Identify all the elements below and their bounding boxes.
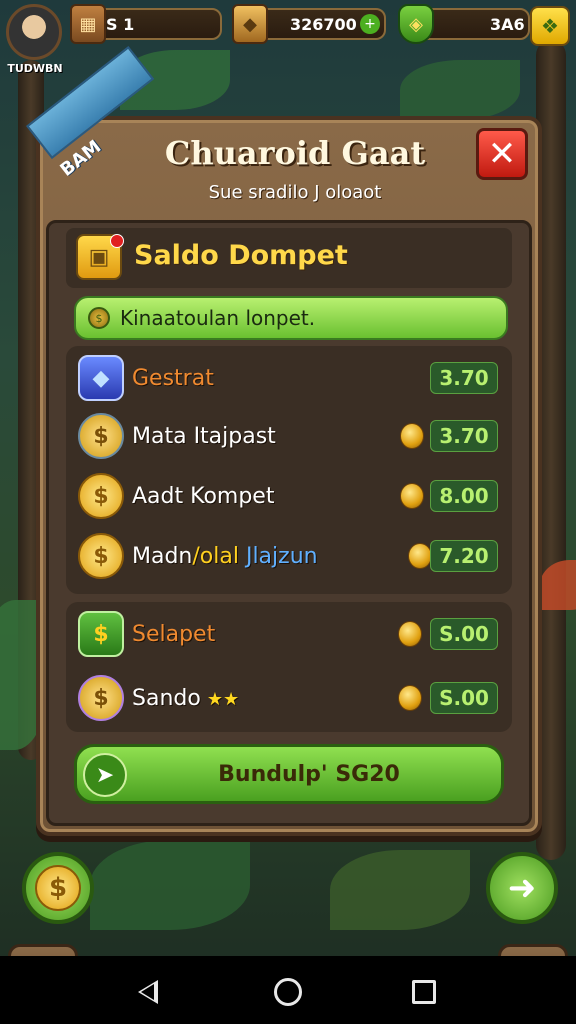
player-name: TUDWBN	[7, 62, 63, 75]
row-label-part: Jlajzun	[245, 543, 318, 569]
list-item[interactable]: $ Aadt Kompet 8.00	[74, 470, 504, 522]
arrow-right-icon: ➜	[507, 868, 537, 908]
row-value: S.00	[430, 682, 498, 714]
back-icon[interactable]	[138, 980, 158, 1004]
recent-apps-icon[interactable]	[412, 980, 436, 1004]
banner-text: Kinaatoulan lonpet.	[120, 306, 316, 330]
row-label: Gestrat	[132, 365, 214, 391]
row-label-part: /olal	[192, 543, 239, 569]
row-label: Selapet	[132, 621, 216, 647]
dollar-coin-icon: $	[35, 865, 81, 911]
close-icon: ✕	[487, 134, 517, 174]
jungle-leaf	[400, 60, 520, 120]
list-item[interactable]: $ Selapet S.00	[74, 608, 504, 660]
gold-chest-icon: ◆	[232, 4, 268, 44]
add-gold-button[interactable]: +	[360, 14, 380, 34]
coin-icon: $	[78, 533, 124, 579]
player-avatar[interactable]	[6, 4, 62, 60]
panel-subtitle: Sue sradilo J oloaot	[208, 182, 382, 203]
confirm-button[interactable]: ➤ Bundulp' SG20	[74, 744, 504, 804]
coin-pile-icon: $	[78, 675, 124, 721]
confirm-button-label: Bundulp' SG20	[218, 761, 400, 787]
row-label-part: Madn	[132, 543, 193, 569]
row-value: 3.70	[430, 362, 498, 394]
home-icon[interactable]	[274, 978, 302, 1006]
row-label: Madn/olal Jlajzun	[132, 544, 318, 569]
row-value: 8.00	[430, 480, 498, 512]
wallet-title: Saldo Dompet	[134, 240, 348, 271]
panel-title: Chuaroid Gaat	[164, 134, 426, 172]
list-item[interactable]: $ Madn/olal Jlajzun 7.20	[74, 530, 504, 582]
gem-shield-icon: ◈	[398, 4, 434, 44]
coin-icon: $	[88, 307, 110, 329]
row-label: Mata Itajpast	[132, 423, 276, 449]
jungle-leaf	[90, 840, 250, 930]
coin-card-icon: $	[78, 611, 124, 657]
row-label: Aadt Kompet	[132, 483, 275, 509]
row-value: S.00	[430, 618, 498, 650]
row-label: Sando ★★	[132, 686, 239, 711]
list-item[interactable]: $ Sando ★★ S.00	[74, 672, 504, 724]
row-value: 3.70	[430, 420, 498, 452]
gems-value: 3A6	[490, 14, 525, 34]
close-button[interactable]: ✕	[476, 128, 528, 180]
stars-icon: ★★	[206, 688, 240, 710]
gold-value: 326700	[290, 14, 357, 34]
arrow-icon: ➤	[83, 753, 127, 797]
next-button[interactable]: ➜	[486, 852, 558, 924]
coin-icon: $	[78, 473, 124, 519]
coin-icon	[398, 685, 422, 711]
list-item[interactable]: ◆ Gestrat 3.70	[74, 352, 504, 404]
gem-shop-icon[interactable]: ❖	[530, 6, 570, 46]
list-item[interactable]: $ Mata Itajpast 3.70	[74, 410, 504, 462]
coin-icon	[400, 423, 424, 449]
jungle-leaf	[330, 850, 470, 930]
coin-icon	[400, 483, 424, 509]
row-value: 7.20	[430, 540, 498, 572]
crates-value: S 1	[106, 14, 135, 34]
coin-icon	[398, 621, 422, 647]
coin-pile-icon: $	[78, 413, 124, 459]
row-label-text: Sando	[132, 685, 201, 711]
coin-icon	[408, 543, 432, 569]
wallet-info-banner[interactable]: $ Kinaatoulan lonpet.	[74, 296, 508, 340]
crate-icon: ▦	[70, 4, 106, 44]
notification-badge	[110, 234, 124, 248]
crystal-icon: ◆	[78, 355, 124, 401]
coin-shop-button[interactable]: $	[22, 852, 94, 924]
